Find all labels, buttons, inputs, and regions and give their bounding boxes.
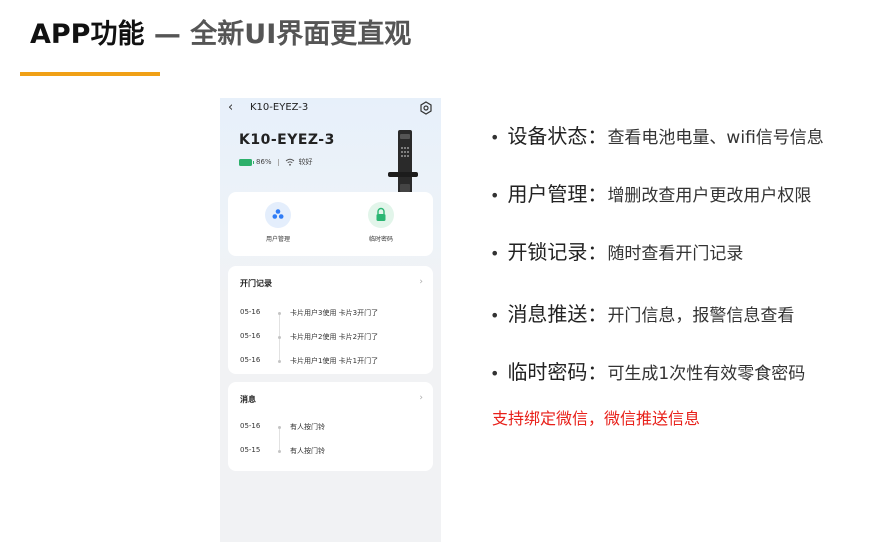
unlock-records-card[interactable]: 开门记录 › 05-16 卡片用户3使用 卡片3开门了 05-16 卡片用户2使…	[228, 266, 433, 374]
messages-title: 消息	[240, 395, 256, 404]
timeline-dot	[278, 450, 281, 453]
back-icon[interactable]: ‹	[228, 100, 233, 116]
feature-desc: 增删改查用户更改用户权限	[607, 186, 812, 206]
record-date: 05-16	[240, 332, 261, 340]
timeline-line	[279, 428, 280, 452]
bullet-icon: •	[490, 244, 500, 263]
chevron-right-icon[interactable]: ›	[419, 393, 423, 403]
function-card: 用户管理 临时密码	[228, 192, 433, 256]
feature-desc: 可生成1次性有效零食密码	[607, 364, 806, 384]
feature-desc: 随时查看开门记录	[607, 244, 744, 264]
settings-icon[interactable]	[419, 101, 433, 115]
feature-label: 临时密码：	[507, 360, 608, 384]
nav-title: K10-EYEZ-3	[250, 102, 309, 113]
feature-unlock-records: • 开锁记录：随时查看开门记录	[490, 236, 743, 265]
message-text: 有人按门铃	[290, 423, 325, 431]
messages-card[interactable]: 消息 › 05-16 有人按门铃 05-15 有人按门铃	[228, 382, 433, 471]
temp-password-label: 临时密码	[368, 236, 393, 243]
nav-bar: ‹ K10-EYEZ-3	[228, 100, 433, 118]
timeline-dot	[278, 336, 281, 339]
feature-desc: 查看电池电量、wifi信号信息	[607, 128, 824, 148]
smart-lock-image	[388, 130, 418, 198]
timeline-dot	[278, 312, 281, 315]
bullet-icon: •	[490, 186, 500, 205]
feature-label: 设备状态：	[507, 124, 608, 148]
feature-device-status: • 设备状态：查看电池电量、wifi信号信息	[490, 120, 824, 149]
bullet-icon: •	[490, 128, 500, 147]
record-text: 卡片用户3使用 卡片3开门了	[290, 309, 379, 317]
chevron-right-icon[interactable]: ›	[419, 277, 423, 287]
users-icon	[265, 202, 291, 228]
bullet-icon: •	[490, 306, 500, 325]
battery-icon	[239, 158, 254, 166]
feature-label: 开锁记录：	[507, 240, 608, 264]
message-date: 05-15	[240, 446, 261, 454]
wifi-icon	[285, 158, 294, 166]
feature-message-push: • 消息推送：开门信息，报警信息查看	[490, 298, 794, 327]
bullet-icon: •	[490, 364, 500, 383]
timeline-dot	[278, 426, 281, 429]
record-text: 卡片用户1使用 卡片1开门了	[290, 357, 379, 365]
title-underline	[20, 72, 160, 76]
records-title: 开门记录	[240, 279, 272, 288]
wifi-status: 较好	[298, 158, 313, 166]
timeline-dot	[278, 360, 281, 363]
record-date: 05-16	[240, 308, 261, 316]
record-date: 05-16	[240, 356, 261, 364]
record-text: 卡片用户2使用 卡片2开门了	[290, 333, 379, 341]
wechat-note: 支持绑定微信，微信推送信息	[492, 409, 701, 428]
feature-label: 用户管理：	[507, 182, 608, 206]
slide-title-rest: — 全新UI界面更直观	[144, 19, 412, 50]
battery-level: 86%	[256, 158, 272, 166]
message-text: 有人按门铃	[290, 447, 325, 455]
device-name: K10-EYEZ-3	[239, 132, 335, 148]
app-screenshot: ‹ K10-EYEZ-3 K10-EYEZ-3 86% 较好 用户管理 临时密码…	[220, 98, 441, 542]
user-management-button[interactable]: 用户管理	[243, 202, 313, 243]
feature-desc: 开门信息，报警信息查看	[607, 306, 795, 326]
lock-icon	[368, 202, 394, 228]
feature-label: 消息推送：	[507, 302, 608, 326]
slide-title-bold: APP功能	[30, 19, 145, 50]
slide-title: APP功能 — 全新UI界面更直观	[30, 12, 411, 51]
message-date: 05-16	[240, 422, 261, 430]
status-divider	[277, 158, 279, 166]
feature-user-management: • 用户管理：增删改查用户更改用户权限	[490, 178, 811, 207]
user-management-label: 用户管理	[265, 236, 290, 243]
temp-password-button[interactable]: 临时密码	[346, 202, 416, 243]
feature-temp-password: • 临时密码：可生成1次性有效零食密码	[490, 356, 805, 385]
device-status: 86% 较好	[239, 156, 313, 168]
